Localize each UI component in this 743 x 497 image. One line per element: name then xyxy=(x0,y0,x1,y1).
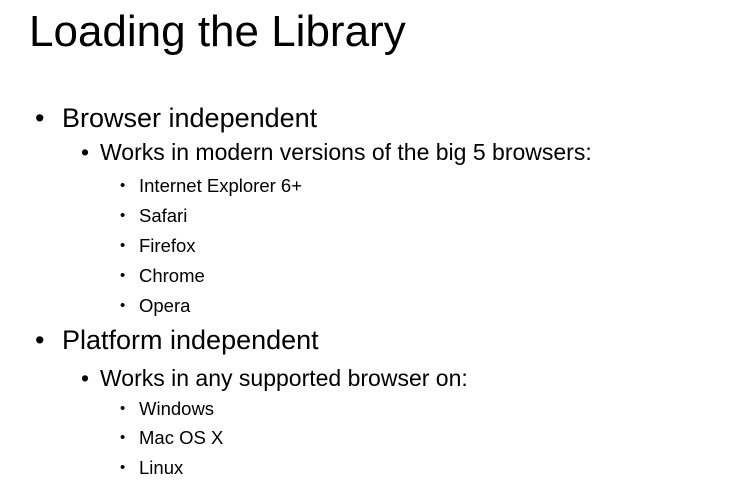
list-item: • Chrome xyxy=(120,263,205,289)
bullet-icon: • xyxy=(81,139,90,165)
bullet-icon: • xyxy=(81,365,90,391)
list-item: • Opera xyxy=(120,293,191,319)
list-item-text: Opera xyxy=(139,295,191,316)
bullet-icon: • xyxy=(120,297,126,314)
list-item-text: Chrome xyxy=(139,265,205,286)
bullet-icon: • xyxy=(120,177,126,194)
bullet-text: Works in any supported browser on: xyxy=(100,365,468,391)
list-item: • Internet Explorer 6+ xyxy=(120,173,302,199)
list-item: • Windows xyxy=(120,396,215,422)
slide-title: Loading the Library xyxy=(29,7,406,56)
list-item: • Firefox xyxy=(120,233,196,259)
list-item-text: Firefox xyxy=(139,235,196,256)
list-item-text: Linux xyxy=(139,457,184,478)
bullet-icon: • xyxy=(120,429,126,446)
bullet-icon: • xyxy=(120,207,126,224)
bullet-icon: • xyxy=(120,267,126,284)
bullet-browser-independent: • Browser independent xyxy=(35,101,318,135)
list-item: • Linux xyxy=(120,455,184,481)
list-item-text: Safari xyxy=(139,205,188,226)
bullet-icon: • xyxy=(35,325,45,355)
list-item: • Safari xyxy=(120,203,188,229)
bullet-icon: • xyxy=(120,459,126,476)
bullet-supported-browser: • Works in any supported browser on: xyxy=(81,363,468,393)
list-item-text: Windows xyxy=(139,398,215,419)
list-item-text: Mac OS X xyxy=(139,427,224,448)
bullet-icon: • xyxy=(120,237,126,254)
bullet-icon: • xyxy=(120,400,126,417)
bullet-text: Browser independent xyxy=(62,103,318,133)
bullet-big-5-browsers: • Works in modern versions of the big 5 b… xyxy=(81,137,592,167)
bullet-text: Platform independent xyxy=(62,325,319,355)
list-item-text: Internet Explorer 6+ xyxy=(139,175,302,196)
bullet-icon: • xyxy=(35,103,45,133)
list-item: • Mac OS X xyxy=(120,425,224,451)
bullet-text: Works in modern versions of the big 5 br… xyxy=(100,139,592,165)
bullet-platform-independent: • Platform independent xyxy=(35,323,319,357)
